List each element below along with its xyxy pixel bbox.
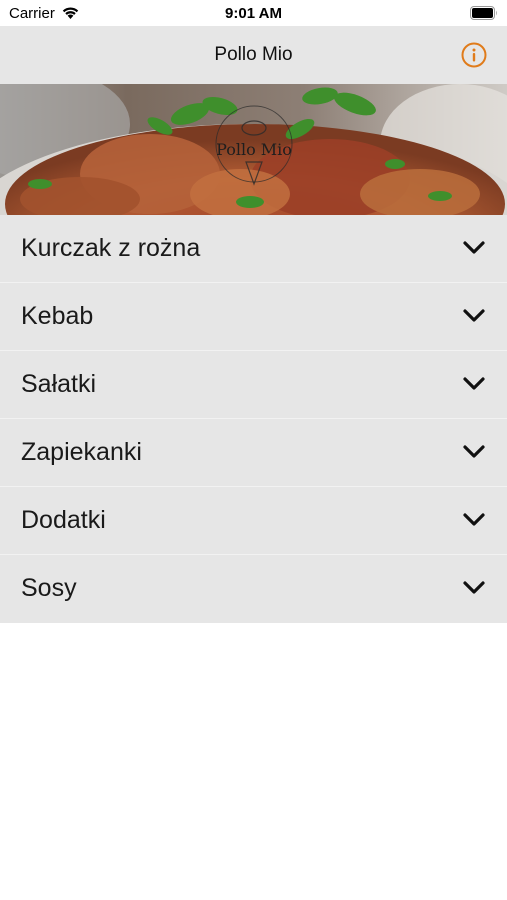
menu-item-label: Sałatki [21,370,97,398]
chevron-down-icon [463,241,485,254]
banner-image: Pollo Mio [0,84,507,215]
menu-item-sosy[interactable]: Sosy [0,555,507,623]
menu-item-kebab[interactable]: Kebab [0,283,507,351]
chevron-down-icon [463,445,485,458]
menu-item-label: Dodatki [21,506,106,534]
menu-item-label: Zapiekanki [21,438,142,466]
status-bar: Carrier 9:01 AM [0,0,507,26]
info-icon[interactable] [461,42,487,68]
menu-list: Kurczak z rożna Kebab Sałatki Zapiekanki… [0,215,507,623]
chevron-down-icon [463,377,485,390]
menu-item-label: Kebab [21,302,94,330]
menu-item-dodatki[interactable]: Dodatki [0,487,507,555]
logo-text: Pollo Mio [216,140,292,159]
menu-item-salatki[interactable]: Sałatki [0,351,507,419]
menu-item-label: Sosy [21,574,77,602]
menu-item-kurczak[interactable]: Kurczak z rożna [0,215,507,283]
navigation-bar: Pollo Mio [0,26,507,84]
food-photo: Pollo Mio [0,84,507,215]
app-screen: Carrier 9:01 AM Pollo Mio Pollo Mio Kurc… [0,0,507,900]
page-title: Pollo Mio [214,44,293,65]
chevron-down-icon [463,581,485,594]
chevron-down-icon [463,513,485,526]
menu-item-label: Kurczak z rożna [21,234,201,262]
battery-icon [470,6,497,20]
chevron-down-icon [463,309,485,322]
status-time: 9:01 AM [225,5,282,22]
menu-item-zapiekanki[interactable]: Zapiekanki [0,419,507,487]
